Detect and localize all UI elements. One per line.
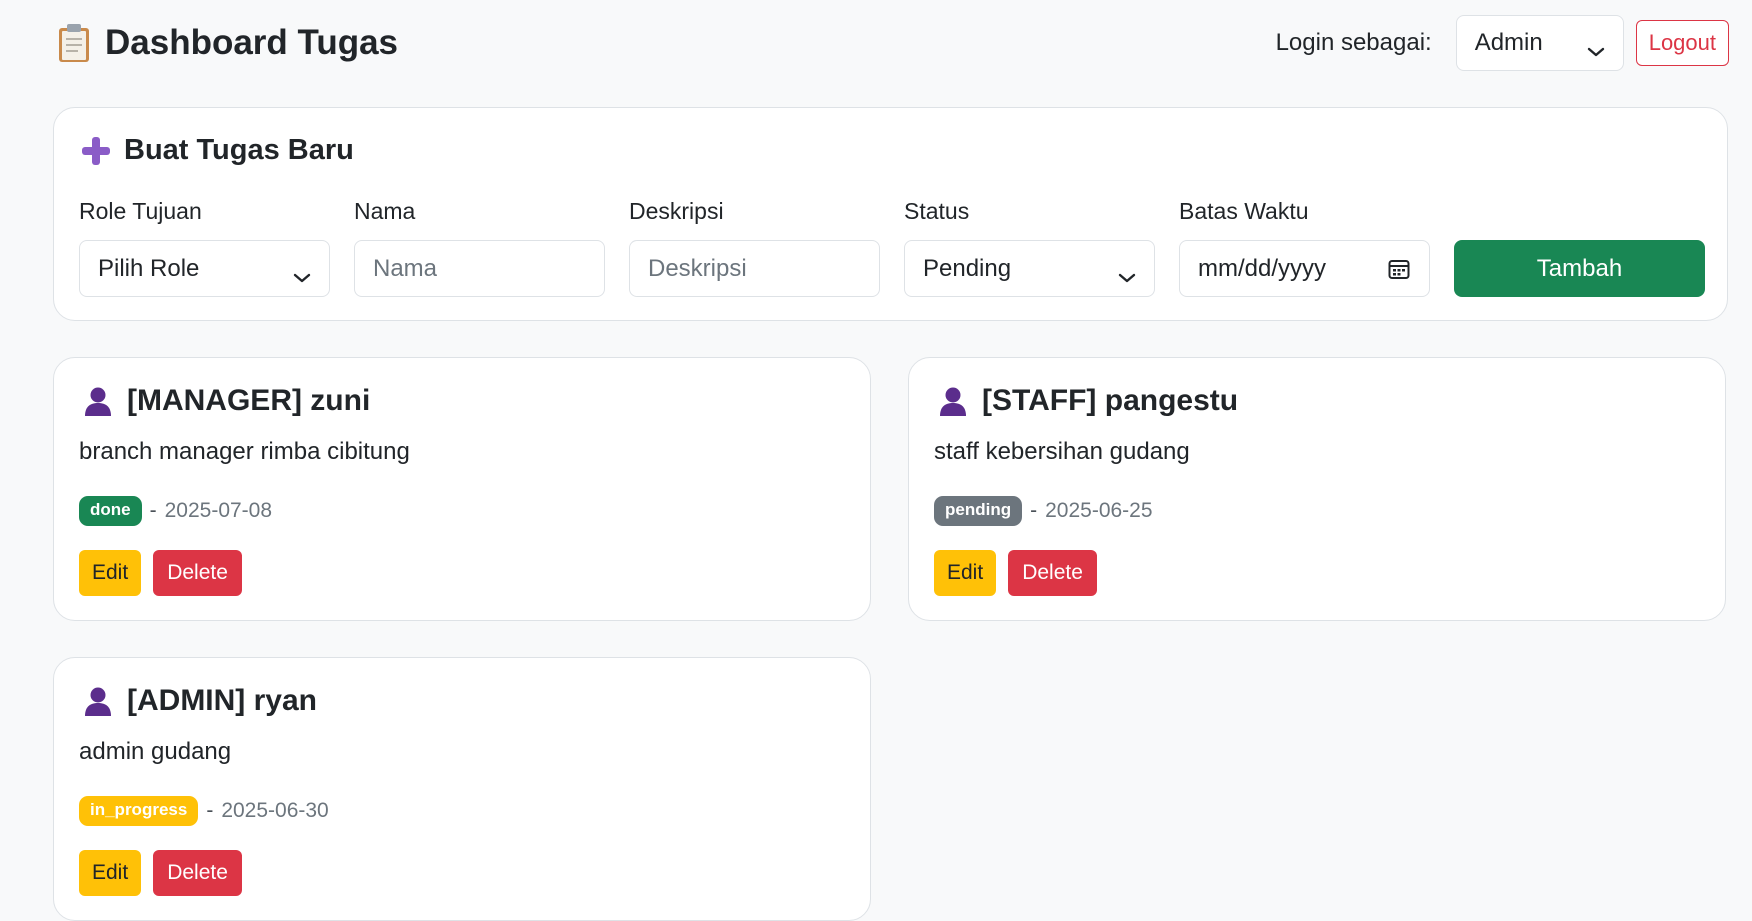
task-title-row: [ADMIN] ryan [83, 684, 317, 718]
task-actions: Edit Delete [934, 550, 1097, 596]
header: Dashboard Tugas Login sebagai: Admin Log… [57, 12, 1729, 74]
description-input[interactable]: Deskripsi [629, 240, 880, 297]
description-placeholder: Deskripsi [648, 254, 747, 282]
task-actions: Edit Delete [79, 550, 242, 596]
task-meta: pending - 2025-06-25 [934, 496, 1153, 526]
name-placeholder: Nama [373, 254, 438, 282]
delete-button[interactable]: Delete [153, 850, 242, 896]
status-badge: in_progress [79, 796, 199, 826]
page-title: Dashboard Tugas [105, 23, 399, 62]
form-title: Buat Tugas Baru [80, 134, 354, 167]
task-date: 2025-06-30 [221, 799, 329, 822]
name-label: Nama [354, 198, 416, 224]
status-badge: done [79, 496, 142, 526]
status-select-value: Pending [923, 254, 1012, 282]
task-title-row: [STAFF] pangestu [938, 384, 1238, 418]
task-description: branch manager rimba cibitung [79, 438, 410, 465]
person-icon [83, 685, 113, 717]
person-icon [83, 385, 113, 417]
deadline-label: Batas Waktu [1179, 198, 1309, 224]
task-title: [STAFF] pangestu [982, 384, 1239, 417]
login-area: Login sebagai: Admin Logout [1276, 15, 1729, 71]
plus-icon [80, 135, 112, 167]
name-field: Nama Nama [354, 198, 605, 297]
calendar-icon[interactable] [1387, 257, 1411, 281]
status-badge: pending [934, 496, 1023, 526]
meta-separator: - [206, 799, 214, 822]
form-title-text: Buat Tugas Baru [124, 134, 354, 166]
dashboard-page: Dashboard Tugas Login sebagai: Admin Log… [0, 0, 1752, 921]
task-description: admin gudang [79, 738, 232, 765]
task-actions: Edit Delete [79, 850, 242, 896]
chevron-down-icon [1587, 37, 1605, 57]
status-field: Status Pending [904, 198, 1155, 297]
task-title: [MANAGER] zuni [127, 384, 371, 417]
edit-button[interactable]: Edit [79, 850, 142, 896]
clipboard-icon [57, 23, 91, 63]
task-title-row: [MANAGER] zuni [83, 384, 370, 418]
role-select[interactable]: Pilih Role [79, 240, 330, 297]
login-role-select[interactable]: Admin [1455, 15, 1624, 71]
name-input[interactable]: Nama [354, 240, 605, 297]
person-icon [938, 385, 968, 417]
title-wrap: Dashboard Tugas [57, 23, 398, 63]
meta-separator: - [149, 499, 157, 522]
task-card: [MANAGER] zuni branch manager rimba cibi… [53, 357, 871, 621]
task-date: 2025-07-08 [164, 499, 273, 522]
task-card: [STAFF] pangestu staff kebersihan gudang… [908, 357, 1726, 621]
description-field: Deskripsi Deskripsi [629, 198, 880, 297]
chevron-down-icon [1118, 263, 1136, 282]
role-select-value: Pilih Role [98, 254, 200, 282]
role-label: Role Tujuan [79, 198, 202, 224]
deadline-field: Batas Waktu mm/dd/yyyy [1179, 198, 1430, 297]
add-task-button[interactable]: Tambah [1454, 240, 1705, 297]
task-meta: in_progress - 2025-06-30 [79, 796, 329, 826]
create-task-card: Buat Tugas Baru Role Tujuan Pilih Role N… [53, 107, 1728, 321]
chevron-down-icon [293, 263, 311, 282]
description-label: Deskripsi [629, 198, 724, 224]
login-role-value: Admin [1474, 29, 1543, 56]
status-label: Status [904, 198, 970, 224]
delete-button[interactable]: Delete [1008, 550, 1097, 596]
task-date: 2025-06-25 [1045, 499, 1153, 522]
status-select[interactable]: Pending [904, 240, 1155, 297]
edit-button[interactable]: Edit [79, 550, 142, 596]
login-label: Login sebagai: [1275, 29, 1432, 56]
role-field: Role Tujuan Pilih Role [79, 198, 330, 297]
deadline-placeholder: mm/dd/yyyy [1198, 254, 1327, 282]
task-meta: done - 2025-07-08 [79, 496, 272, 526]
logout-button[interactable]: Logout [1635, 20, 1729, 66]
edit-button[interactable]: Edit [934, 550, 997, 596]
delete-button[interactable]: Delete [153, 550, 242, 596]
task-title: [ADMIN] ryan [127, 684, 318, 717]
task-description: staff kebersihan gudang [934, 438, 1190, 465]
deadline-date-input[interactable]: mm/dd/yyyy [1179, 240, 1430, 297]
form-row: Role Tujuan Pilih Role Nama Nama Deskrip… [79, 198, 1705, 297]
meta-separator: - [1030, 499, 1038, 522]
task-card: [ADMIN] ryan admin gudang in_progress - … [53, 657, 871, 921]
